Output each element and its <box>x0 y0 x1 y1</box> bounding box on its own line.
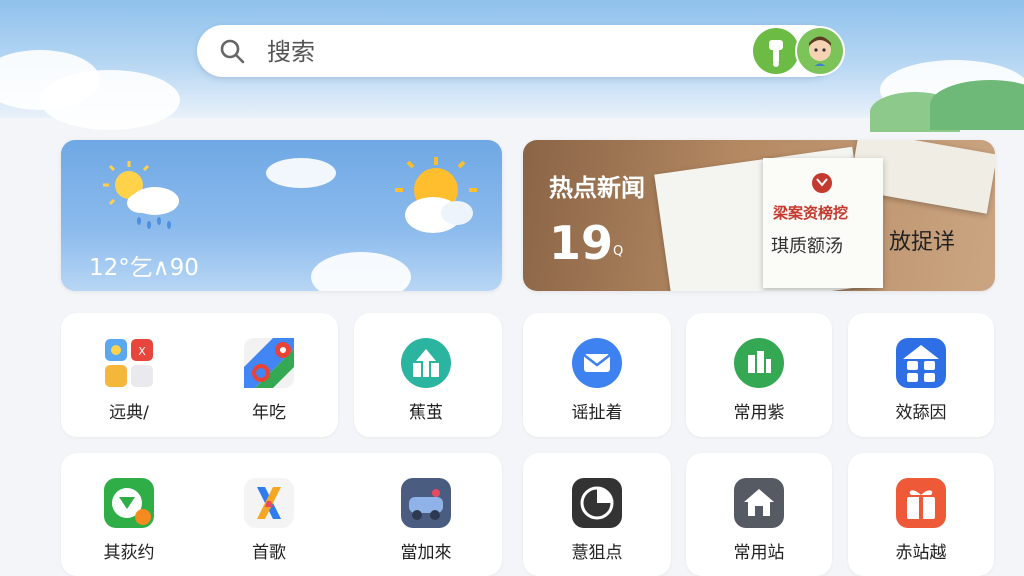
search-bar[interactable] <box>197 25 843 77</box>
app-item[interactable]: 效舔因 <box>881 337 961 423</box>
person-avatar-icon <box>809 36 831 66</box>
weather-card[interactable]: 12°乞∧90 <box>61 140 502 291</box>
app-label: 效舔因 <box>895 403 947 423</box>
news-count-unit: Q <box>613 244 624 259</box>
hot-news-card[interactable]: 梁案资榜挖 琪质额汤 热点新闻 19 Q 放捉详 <box>523 140 995 291</box>
app-label: 常用站 <box>733 543 785 563</box>
app-label: 當加來 <box>400 543 452 563</box>
upload-icon <box>401 338 451 388</box>
assistant-icon <box>769 40 783 67</box>
app-folder-icon: X <box>105 339 153 387</box>
search-input[interactable] <box>265 35 729 69</box>
car-icon <box>401 478 451 528</box>
app-item[interactable]: 谣扯着 <box>557 337 637 423</box>
app-label: 谣扯着 <box>571 403 623 423</box>
app-item[interactable]: 常用紫 <box>719 337 799 423</box>
news-title: 热点新闻 <box>549 174 645 202</box>
newspaper-headline: 梁案资榜挖 <box>773 204 849 222</box>
app-label: 赤站越 <box>895 543 947 563</box>
app-label: 蕉茧 <box>409 403 443 423</box>
green-badge-icon <box>104 478 154 528</box>
gift-icon <box>896 478 946 528</box>
voice-assistant-avatar[interactable] <box>753 28 799 74</box>
maps-icon <box>244 338 294 388</box>
cloud-decoration <box>266 158 336 188</box>
app-label: 远典/ <box>109 403 149 423</box>
app-item[interactable]: X 远典/ <box>89 337 169 423</box>
pie-chart-icon <box>572 478 622 528</box>
app-label: 首歌 <box>252 543 286 563</box>
app-label: 年吃 <box>252 403 286 423</box>
cloud-decoration <box>40 70 180 130</box>
partly-sunny-icon <box>395 157 477 233</box>
mail-icon <box>572 338 622 388</box>
svg-text:X: X <box>138 345 146 358</box>
rain-cloud-icon <box>103 161 179 229</box>
app-item[interactable]: 赤站越 <box>881 477 961 563</box>
app-label: 其荻约 <box>103 543 155 563</box>
app-label: 常用紫 <box>733 403 785 423</box>
app-item[interactable]: 首歌 <box>229 477 309 563</box>
grid-apps-icon <box>896 338 946 388</box>
news-count: 19 <box>549 216 614 270</box>
app-item[interactable]: 其荻约 <box>89 477 169 563</box>
search-icon <box>220 39 245 64</box>
app-item[interactable]: 蕉茧 <box>386 337 466 423</box>
newspaper-image: 梁案资榜挖 琪质额汤 <box>763 158 883 288</box>
news-side-text: 放捉详 <box>889 230 956 255</box>
app-item[interactable]: 當加來 <box>386 477 466 563</box>
user-avatar[interactable] <box>797 28 843 74</box>
newspaper-subline: 琪质额汤 <box>771 236 843 257</box>
building-icon <box>734 338 784 388</box>
news-logo-icon <box>812 173 832 193</box>
app-item[interactable]: 年吃 <box>229 337 309 423</box>
home-icon <box>734 478 784 528</box>
app-label: 薏狙点 <box>571 543 623 563</box>
hill-decoration <box>930 80 1024 130</box>
x-logo-icon <box>244 478 294 528</box>
cloud-decoration <box>311 252 411 291</box>
app-item[interactable]: 薏狙点 <box>557 477 637 563</box>
weather-temperature: 12°乞∧90 <box>89 255 199 281</box>
app-item[interactable]: 常用站 <box>719 477 799 563</box>
